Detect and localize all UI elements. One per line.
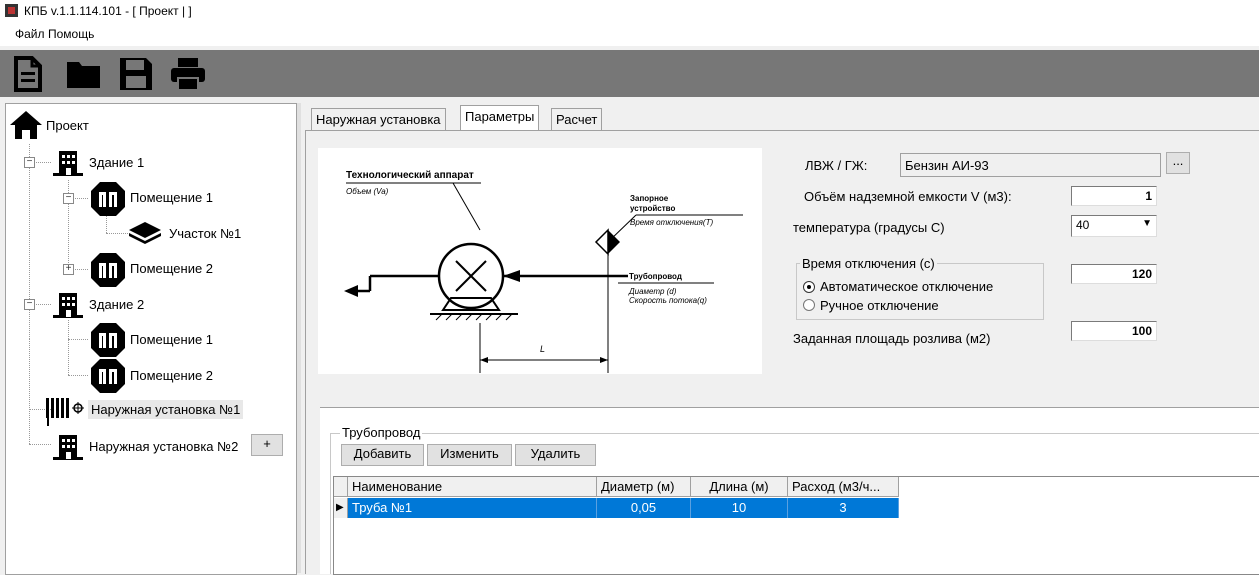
tree-item-room-1[interactable]: Помещение 1 xyxy=(130,190,213,205)
tab-calc[interactable]: Расчет xyxy=(551,108,603,131)
shutoff-field[interactable]: 120 xyxy=(1071,264,1157,284)
project-tree: Проект − Здание 1 − Помещение 1 Участок … xyxy=(5,103,297,575)
print-icon[interactable] xyxy=(170,56,206,92)
browse-button[interactable]: ... xyxy=(1166,152,1190,174)
auto-radio[interactable] xyxy=(803,281,815,293)
valve-title-1: Запорное xyxy=(630,194,669,203)
temperature-label: температура (градусы С) xyxy=(793,220,945,235)
apparatus-volume: Объем (Va) xyxy=(346,187,389,196)
liquid-field[interactable]: Бензин АИ-93 xyxy=(900,153,1161,177)
section-icon xyxy=(128,221,162,245)
window-title: КПБ v.1.1.114.101 - [ Проект | ] xyxy=(24,4,192,18)
tree-item-room-2[interactable]: Помещение 2 xyxy=(130,261,213,276)
room-icon xyxy=(90,252,126,288)
volume-label: Объём надземной емкости V (м3): xyxy=(804,189,1012,204)
save-icon[interactable] xyxy=(118,56,154,92)
table-cell[interactable]: Труба №1 xyxy=(348,498,597,518)
add-button[interactable]: + xyxy=(251,434,283,456)
table-cell[interactable]: 3 xyxy=(788,498,899,518)
menu-file[interactable]: Файл xyxy=(15,27,45,41)
pipeline-grid: Наименование Диаметр (м) Длина (м) Расхо… xyxy=(333,476,1259,575)
area-label: Заданная площадь розлива (м2) xyxy=(793,331,991,346)
delete-pipe-button[interactable]: Удалить xyxy=(515,444,596,466)
add-pipe-button[interactable]: Добавить xyxy=(341,444,424,466)
chevron-down-icon[interactable]: ▼ xyxy=(1142,218,1152,229)
auto-label: Автоматическое отключение xyxy=(820,279,994,294)
outdoor-unit-icon xyxy=(46,396,90,430)
column-header-diameter[interactable]: Диаметр (м) xyxy=(597,477,691,497)
pipe-diameter: Диаметр (d) xyxy=(629,287,677,296)
row-indicator[interactable]: ▶ xyxy=(334,498,348,518)
tab-outdoor[interactable]: Наружная установка xyxy=(311,108,446,131)
building-icon xyxy=(53,291,83,319)
column-header-name[interactable]: Наименование xyxy=(348,477,597,497)
tree-item-building-2[interactable]: Здание 2 xyxy=(89,297,144,312)
scheme-diagram: Технологический аппарат Объем (Va) Запор… xyxy=(318,148,762,374)
column-header-flow[interactable]: Расход (м3/ч... xyxy=(788,477,899,497)
apparatus-title: Технологический аппарат xyxy=(346,170,474,181)
tab-params[interactable]: Параметры xyxy=(460,105,540,131)
pipe-title: Трубопровод xyxy=(629,272,682,281)
open-folder-icon[interactable] xyxy=(66,56,102,92)
liquid-label: ЛВЖ / ГЖ: xyxy=(805,158,868,173)
tree-item-section-1[interactable]: Участок №1 xyxy=(169,226,241,241)
manual-label: Ручное отключение xyxy=(820,298,939,313)
manual-radio[interactable] xyxy=(803,299,815,311)
tree-item-building-1[interactable]: Здание 1 xyxy=(89,155,144,170)
toolbar xyxy=(0,50,1259,97)
column-header-length[interactable]: Длина (м) xyxy=(691,477,788,497)
length-label: L xyxy=(540,344,546,354)
menu-bar: Файл Помощь xyxy=(0,22,1259,46)
splitter[interactable] xyxy=(297,103,301,573)
building-icon xyxy=(53,149,83,177)
pipe-flow: Скорость потока(q) xyxy=(629,296,707,305)
table-cell[interactable]: 10 xyxy=(691,498,788,518)
pipeline-group-label: Трубопровод xyxy=(340,425,423,440)
room-icon xyxy=(90,181,126,217)
table-cell[interactable]: 0,05 xyxy=(597,498,691,518)
tree-item-b2-room-1[interactable]: Помещение 1 xyxy=(130,332,213,347)
title-bar: КПБ v.1.1.114.101 - [ Проект | ] xyxy=(0,0,1259,22)
tree-item-project[interactable]: Проект xyxy=(46,118,89,133)
tree-item-outdoor-1[interactable]: Наружная установка №1 xyxy=(88,400,244,419)
tree-item-b2-room-2[interactable]: Помещение 2 xyxy=(130,368,213,383)
room-icon xyxy=(90,358,126,394)
expand-icon[interactable]: + xyxy=(63,264,74,275)
collapse-icon[interactable]: − xyxy=(24,157,35,168)
edit-pipe-button[interactable]: Изменить xyxy=(427,444,512,466)
scheme-drawing xyxy=(344,182,743,373)
valve-title-2: устройство xyxy=(630,204,676,213)
area-field[interactable]: 100 xyxy=(1071,321,1157,341)
current-row-arrow-icon: ▶ xyxy=(336,502,344,513)
new-file-icon[interactable] xyxy=(10,56,46,92)
temperature-select[interactable]: 40 ▼ xyxy=(1071,215,1157,237)
menu-help[interactable]: Помощь xyxy=(48,27,94,41)
room-icon xyxy=(90,322,126,358)
collapse-icon[interactable]: − xyxy=(24,299,35,310)
temperature-value: 40 xyxy=(1076,218,1090,232)
home-icon xyxy=(9,110,43,140)
valve-time: Время отключения(T) xyxy=(630,218,714,227)
collapse-icon[interactable]: − xyxy=(63,193,74,204)
row-header-corner xyxy=(334,477,348,497)
volume-field[interactable]: 1 xyxy=(1071,186,1157,206)
building-icon xyxy=(53,433,83,461)
tree-item-outdoor-2[interactable]: Наружная установка №2 xyxy=(89,439,238,454)
shutoff-group-label: Время отключения (с) xyxy=(800,256,937,271)
app-icon xyxy=(5,4,18,17)
